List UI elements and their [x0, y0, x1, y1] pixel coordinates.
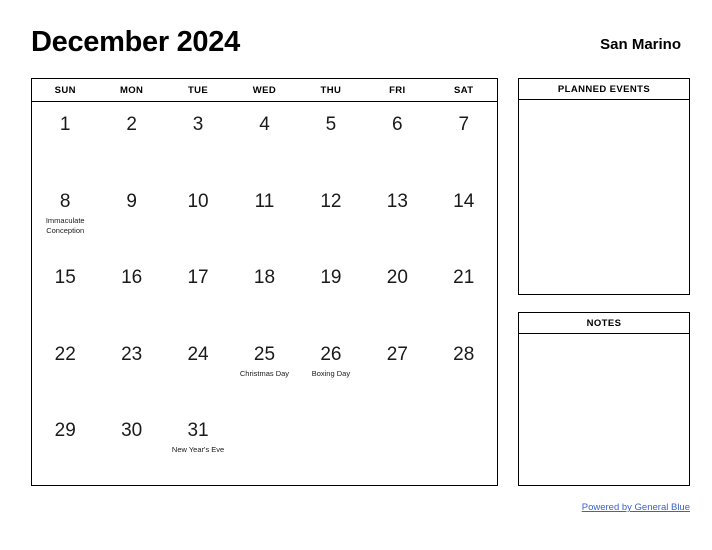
day-cell-empty: [298, 408, 364, 485]
planned-events-panel: PLANNED EVENTS: [518, 78, 690, 295]
notes-title: NOTES: [519, 313, 689, 334]
day-number: 30: [121, 420, 143, 442]
weekday-header-wed: WED: [252, 84, 277, 96]
day-cell[interactable]: 1: [32, 102, 98, 179]
day-cell[interactable]: 28: [431, 332, 497, 409]
day-cell[interactable]: 16: [98, 255, 164, 332]
week-row: 1 2 3 4 5 6 7: [32, 102, 497, 179]
weekday-header-sun: SUN: [54, 84, 76, 96]
page-title: December 2024: [31, 26, 240, 58]
day-number: 31: [187, 420, 209, 442]
day-number: 27: [386, 343, 408, 365]
day-cell[interactable]: 13: [364, 179, 430, 256]
day-number: 13: [386, 190, 408, 212]
day-event: New Year's Eve: [171, 445, 225, 455]
day-number: 4: [259, 114, 270, 135]
day-number: 3: [192, 114, 204, 135]
weekday-header-thu: THU: [320, 84, 342, 96]
day-event: Boxing Day: [311, 368, 351, 378]
day-number: 26: [320, 343, 342, 365]
day-cell[interactable]: 3: [165, 102, 231, 179]
day-cell[interactable]: 24: [165, 332, 231, 409]
day-cell[interactable]: 25 Christmas Day: [231, 332, 297, 409]
day-cell[interactable]: 26 Boxing Day: [298, 332, 364, 409]
weekday-header-mon: MON: [119, 84, 144, 96]
day-cell[interactable]: 18: [231, 255, 297, 332]
day-number: 7: [458, 114, 470, 135]
day-number: 21: [453, 267, 475, 289]
calendar-weeks: 1 2 3 4 5 6 7 8 Immaculate Conception 9 1…: [32, 102, 497, 485]
day-cell[interactable]: 31 New Year's Eve: [165, 408, 231, 485]
day-cell[interactable]: 20: [364, 255, 430, 332]
page-header: December 2024 San Marino: [31, 28, 681, 68]
day-cell[interactable]: 22: [32, 332, 98, 409]
calendar-grid: SUN MON TUE WED THU FRI SAT 1 2 3 4 5 6 …: [31, 78, 498, 486]
day-event: Immaculate Conception: [45, 215, 85, 235]
day-cell[interactable]: 6: [364, 102, 430, 179]
planned-events-title: PLANNED EVENTS: [519, 79, 689, 100]
day-cell[interactable]: 27: [364, 332, 430, 409]
day-cell[interactable]: 2: [98, 102, 164, 179]
day-cell[interactable]: 8 Immaculate Conception: [32, 179, 98, 256]
day-number: 11: [254, 190, 275, 212]
day-number: 15: [54, 267, 76, 289]
day-number: 23: [121, 343, 143, 365]
weekday-header-row: SUN MON TUE WED THU FRI SAT: [32, 79, 497, 102]
day-cell[interactable]: 17: [165, 255, 231, 332]
day-cell[interactable]: 23: [98, 332, 164, 409]
day-cell-empty: [231, 408, 297, 485]
day-number: 2: [126, 114, 137, 135]
notes-body[interactable]: [519, 334, 689, 485]
day-number: 17: [187, 267, 209, 289]
weekday-header-sat: SAT: [453, 84, 474, 96]
day-cell[interactable]: 15: [32, 255, 98, 332]
day-cell[interactable]: 30: [98, 408, 164, 485]
day-number: 22: [54, 343, 76, 365]
weekday-header-fri: FRI: [389, 84, 406, 96]
day-number: 5: [325, 114, 337, 135]
day-number: 25: [253, 343, 276, 365]
day-cell[interactable]: 19: [298, 255, 364, 332]
notes-panel: NOTES: [518, 312, 690, 486]
week-row: 29 30 31 New Year's Eve: [32, 408, 497, 485]
footer: Powered by General Blue: [518, 497, 690, 515]
day-cell[interactable]: 12: [298, 179, 364, 256]
day-cell[interactable]: 5: [298, 102, 364, 179]
day-number: 12: [320, 190, 342, 212]
day-cell[interactable]: 29: [32, 408, 98, 485]
day-number: 16: [121, 267, 143, 289]
day-number: 24: [187, 343, 209, 365]
day-number: 29: [54, 420, 76, 442]
day-number: 1: [59, 114, 71, 135]
day-number: 14: [453, 190, 475, 212]
location-label: San Marino: [600, 36, 681, 53]
day-number: 20: [386, 267, 408, 289]
day-cell[interactable]: 14: [431, 179, 497, 256]
day-number: 6: [392, 114, 403, 135]
day-number: 10: [187, 190, 209, 212]
day-cell-empty: [364, 408, 430, 485]
day-cell[interactable]: 10: [165, 179, 231, 256]
day-number: 8: [59, 190, 71, 212]
day-cell[interactable]: 4: [231, 102, 297, 179]
day-number: 9: [126, 190, 137, 212]
day-cell[interactable]: 7: [431, 102, 497, 179]
week-row: 8 Immaculate Conception 9 10 11 12 13 14: [32, 179, 497, 256]
day-number: 28: [453, 343, 475, 365]
powered-by-link[interactable]: Powered by General Blue: [582, 502, 690, 513]
day-cell[interactable]: 21: [431, 255, 497, 332]
week-row: 22 23 24 25 Christmas Day 26 Boxing Day 27…: [32, 332, 497, 409]
day-cell[interactable]: 11: [231, 179, 297, 256]
day-number: 19: [320, 267, 342, 289]
planned-events-body[interactable]: [519, 100, 689, 294]
week-row: 15 16 17 18 19 20 21: [32, 255, 497, 332]
day-number: 18: [253, 267, 276, 289]
day-event: Christmas Day: [239, 368, 290, 378]
day-cell[interactable]: 9: [98, 179, 164, 256]
weekday-header-tue: TUE: [187, 84, 209, 96]
day-cell-empty: [431, 408, 497, 485]
